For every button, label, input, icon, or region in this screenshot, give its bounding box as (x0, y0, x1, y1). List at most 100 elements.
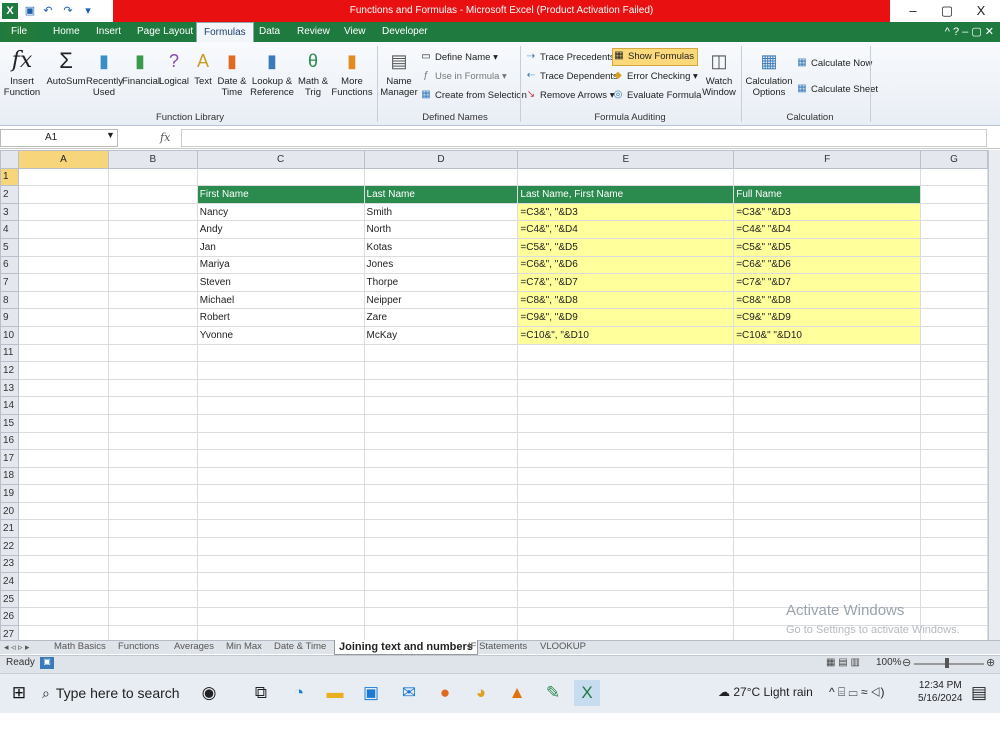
cell[interactable] (363, 607, 519, 627)
cell[interactable] (196, 167, 365, 187)
last-name-cell[interactable]: Smith (363, 202, 519, 222)
insert-function-button[interactable]: fx Insert Function (2, 48, 42, 98)
cell[interactable] (517, 484, 735, 503)
firefox-icon[interactable]: ● (432, 680, 458, 706)
cell[interactable] (17, 413, 109, 433)
edge-icon[interactable]: ◔ (286, 680, 312, 706)
tab-insert[interactable]: Insert (89, 22, 128, 42)
cell[interactable] (733, 572, 922, 591)
full-name-formula-cell[interactable]: =C7&" "&D7 (733, 273, 922, 292)
tab-page-layout[interactable]: Page Layout (130, 22, 200, 42)
cell[interactable] (920, 607, 988, 627)
cell[interactable] (107, 519, 198, 539)
cell[interactable] (733, 396, 922, 415)
calculate-sheet-button[interactable]: ▦ Calculate Sheet (796, 82, 878, 98)
sheet-tab-if-statements[interactable]: IF Statements (464, 640, 531, 654)
cell[interactable] (196, 501, 365, 521)
clock[interactable]: 12:34 PM 5/16/2024 (918, 679, 963, 705)
cell[interactable] (517, 466, 735, 486)
cell[interactable] (17, 431, 109, 451)
cell[interactable] (363, 413, 519, 433)
error-checking-button[interactable]: ◆ Error Checking ▾ (612, 69, 698, 85)
cell[interactable] (17, 325, 109, 345)
cell[interactable] (733, 554, 922, 574)
cell[interactable] (17, 589, 109, 609)
cell[interactable] (920, 589, 988, 609)
calculate-now-button[interactable]: ▦ Calculate Now (796, 56, 872, 72)
excel-taskbar-icon[interactable]: X (574, 680, 600, 706)
sheet-tab-joining-text[interactable]: Joining text and numbers (334, 640, 478, 655)
row-header[interactable]: 16 (0, 431, 19, 451)
cell[interactable] (920, 290, 988, 310)
cell[interactable] (920, 273, 988, 292)
cell[interactable] (107, 396, 198, 415)
view-buttons-icon[interactable]: ▦ ▤ ▥ (826, 657, 860, 668)
cell[interactable] (517, 625, 735, 640)
row-header[interactable]: 4 (0, 220, 19, 239)
first-name-cell[interactable]: Mariya (196, 255, 365, 275)
redo-icon[interactable]: ↷ (60, 3, 76, 19)
full-name-formula-cell[interactable]: =C8&" "&D8 (733, 290, 922, 310)
financial-button[interactable]: ▮ Financial (122, 48, 160, 87)
tab-formulas[interactable]: Formulas (196, 22, 254, 42)
name-box[interactable]: A1 (0, 129, 118, 147)
cell[interactable] (920, 501, 988, 521)
tab-file[interactable]: File (4, 22, 35, 42)
cell[interactable] (733, 167, 922, 187)
tab-developer[interactable]: Developer (375, 22, 435, 42)
cell[interactable] (733, 431, 922, 451)
first-name-cell[interactable]: Michael (196, 290, 365, 310)
create-from-selection-button[interactable]: ▦ Create from Selection (420, 88, 527, 104)
cell[interactable] (107, 572, 198, 591)
cell[interactable] (920, 572, 988, 591)
full-name-formula-cell[interactable]: =C5&" "&D5 (733, 237, 922, 257)
cell[interactable] (920, 466, 988, 486)
calculation-options-button[interactable]: ▦ Calculation Options (745, 48, 793, 98)
cell[interactable] (196, 484, 365, 503)
cell[interactable] (363, 396, 519, 415)
use-in-formula-button[interactable]: ƒ Use in Formula ▾ (420, 69, 507, 85)
column-header[interactable]: C (196, 150, 365, 169)
save-icon[interactable]: ▣ (22, 3, 38, 19)
cell[interactable] (733, 537, 922, 556)
cell[interactable] (17, 396, 109, 415)
cell[interactable] (517, 396, 735, 415)
cell[interactable] (733, 378, 922, 398)
column-header[interactable]: F (733, 150, 922, 169)
full-name-formula-cell[interactable]: =C4&" "&D4 (733, 220, 922, 239)
cell[interactable] (733, 501, 922, 521)
file-explorer-icon[interactable]: ▬ (322, 680, 348, 706)
first-name-cell[interactable]: Jan (196, 237, 365, 257)
cell[interactable] (733, 343, 922, 363)
header-cell-last-first[interactable]: Last Name, First Name (517, 185, 735, 204)
cell[interactable] (17, 607, 109, 627)
sheet-tab-functions[interactable]: Functions (114, 640, 163, 654)
cell[interactable] (517, 554, 735, 574)
cell[interactable] (733, 413, 922, 433)
select-all-corner[interactable] (0, 150, 19, 169)
cell[interactable] (17, 185, 109, 204)
row-header[interactable]: 6 (0, 255, 19, 275)
cell[interactable] (920, 431, 988, 451)
formula-input[interactable] (181, 129, 987, 147)
header-cell-last-name[interactable]: Last Name (363, 185, 519, 204)
row-header[interactable]: 11 (0, 343, 19, 363)
cell[interactable] (920, 325, 988, 345)
cell[interactable] (920, 519, 988, 539)
cell[interactable] (107, 343, 198, 363)
last-first-formula-cell[interactable]: =C4&", "&D4 (517, 220, 735, 239)
cell[interactable] (107, 537, 198, 556)
cell[interactable] (920, 537, 988, 556)
cell[interactable] (17, 361, 109, 380)
cell[interactable] (196, 572, 365, 591)
cell[interactable] (107, 554, 198, 574)
last-first-formula-cell[interactable]: =C7&", "&D7 (517, 273, 735, 292)
row-header[interactable]: 26 (0, 607, 19, 627)
row-header[interactable]: 13 (0, 378, 19, 398)
text-button[interactable]: A Text (190, 48, 216, 87)
cell[interactable] (107, 413, 198, 433)
cell[interactable] (107, 308, 198, 327)
cell[interactable] (107, 167, 198, 187)
last-name-cell[interactable]: North (363, 220, 519, 239)
system-tray-icons[interactable]: ^ ⌸ ▭ ≈ ◁) (829, 685, 884, 700)
